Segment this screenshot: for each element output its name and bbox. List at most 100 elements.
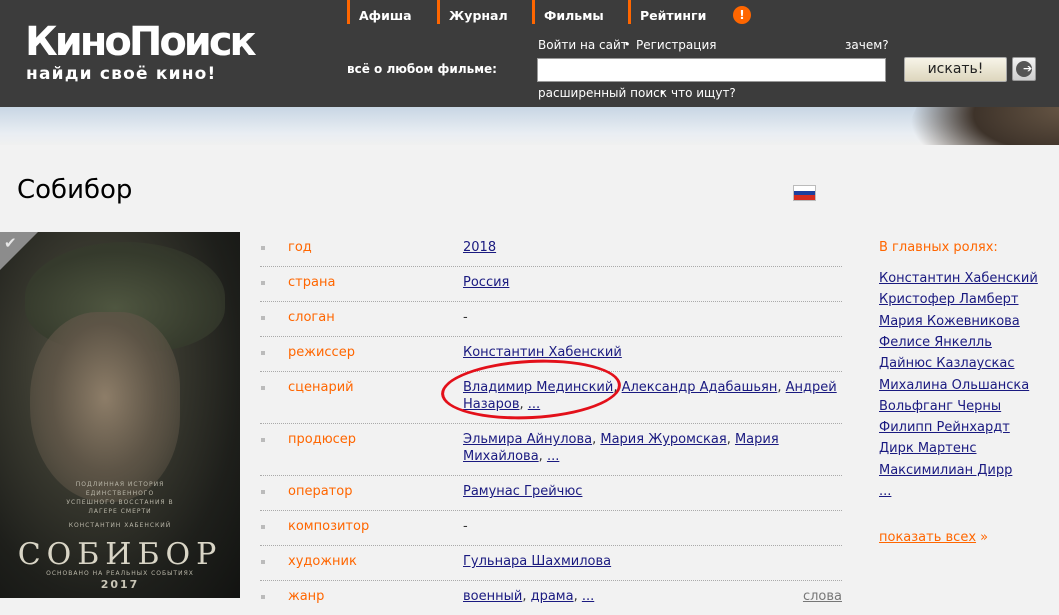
register-link[interactable]: Регистрация (636, 38, 716, 52)
cast-item[interactable]: Фелисе Янкелль (879, 335, 992, 350)
flag-stripe (794, 195, 815, 200)
info-value: Гульнара Шахмилова (463, 553, 838, 570)
nav-journal[interactable]: Журнал (437, 0, 529, 24)
info-value: Рамунас Грейчюс (463, 483, 838, 500)
info-row: композитор - (260, 512, 842, 546)
nav-afisha[interactable]: Афиша (347, 0, 431, 24)
search-label: всё о любом фильме: (347, 62, 497, 76)
popular-searches-link[interactable]: что ищут? (671, 86, 736, 100)
arrow-right-icon: ➔ (1016, 61, 1032, 77)
cast-item[interactable]: Филипп Рейнхардт (879, 420, 1010, 435)
bullet-icon (261, 316, 265, 320)
info-key: слоган (288, 310, 335, 325)
info-value-link[interactable]: военный (463, 589, 522, 604)
info-value: Константин Хабенский (463, 344, 838, 361)
info-value-link[interactable]: Эльмира Айнулова (463, 432, 592, 447)
cast-item[interactable]: Константин Хабенский (879, 271, 1038, 286)
bullet-icon (261, 281, 265, 285)
info-value: Россия (463, 274, 838, 291)
info-key: режиссер (288, 345, 355, 360)
checkmark-icon: ✔ (4, 234, 17, 252)
login-link[interactable]: Войти на сайт (538, 38, 628, 52)
info-value-link[interactable]: Александр Адабашьян (622, 380, 778, 395)
info-key: жанр (288, 589, 325, 604)
poster-title: СОБИБОР (17, 537, 223, 572)
separator-dot: • (624, 38, 631, 51)
info-value: военный, драма, ... (463, 589, 595, 604)
separator-dot: • (659, 86, 666, 99)
show-all-arrow: » (980, 530, 989, 545)
cast-item[interactable]: Дирк Мартенс (879, 441, 977, 456)
info-value-link[interactable]: 2018 (463, 240, 496, 255)
cast-item[interactable]: Михалина Ольшанска (879, 378, 1029, 393)
info-key: сценарий (288, 380, 354, 395)
info-key: композитор (288, 519, 370, 534)
logo-tagline: найди своё кино! (26, 64, 217, 84)
site-header: КиноПоиск найди своё кино! Афиша Журнал … (0, 0, 1059, 107)
info-row: художник Гульнара Шахмилова (260, 547, 842, 581)
bullet-icon (261, 438, 265, 442)
cast-item[interactable]: ... (879, 484, 891, 499)
poster-subtitle: ОСНОВАНО НА РЕАЛЬНЫХ СОБЫТИЯХ (46, 570, 194, 577)
info-value-link[interactable]: драма (531, 589, 574, 604)
search-button[interactable]: искать! (904, 57, 1007, 82)
show-all-label: показать всех (879, 530, 977, 545)
info-key: страна (288, 275, 336, 290)
info-value-link[interactable]: Россия (463, 275, 509, 290)
info-value-link[interactable]: ... (547, 449, 559, 464)
nav-films[interactable]: Фильмы (532, 0, 624, 24)
page: КиноПоиск найди своё кино! Афиша Журнал … (0, 0, 1059, 615)
info-key: оператор (288, 484, 353, 499)
poster-tagline: ПОДЛИННАЯ ИСТОРИЯ ЕДИНСТВЕННОГО УСПЕШНОГ… (66, 481, 174, 515)
bullet-icon (261, 595, 265, 599)
info-key: год (288, 240, 312, 255)
bullet-icon (261, 560, 265, 564)
bullet-icon (261, 246, 265, 250)
info-value: - (463, 518, 838, 535)
info-row: слоган - (260, 303, 842, 337)
cast-item[interactable]: Максимилиан Дирр (879, 463, 1012, 478)
info-value-link[interactable]: ... (582, 589, 594, 604)
bullet-icon (261, 386, 265, 390)
poster-face (30, 312, 180, 502)
info-row: продюсер Эльмира Айнулова, Мария Журомска… (260, 425, 842, 476)
logo-wordmark: КиноПоиск (25, 19, 257, 65)
info-value-link[interactable]: Рамунас Грейчюс (463, 484, 582, 499)
header-banner (0, 107, 1059, 145)
alert-icon[interactable]: ! (733, 6, 751, 24)
show-all-cast-link[interactable]: показать всех » (879, 530, 988, 545)
keywords-link[interactable]: слова (803, 589, 842, 604)
cast-item[interactable]: Кристофер Ламберт (879, 292, 1019, 307)
site-logo[interactable]: КиноПоиск найди своё кино! (25, 20, 285, 90)
why-link[interactable]: зачем? (845, 38, 889, 52)
info-value-text: - (463, 519, 468, 534)
russia-flag-icon (793, 185, 816, 201)
page-title: Собибор (17, 175, 133, 205)
info-row: жанр военный, драма, ... слова (260, 582, 842, 615)
bullet-icon (261, 351, 265, 355)
film-poster[interactable]: ПОДЛИННАЯ ИСТОРИЯ ЕДИНСТВЕННОГО УСПЕШНОГ… (0, 232, 240, 598)
go-button[interactable]: ➔ (1012, 57, 1036, 81)
info-row: страна Россия (260, 268, 842, 302)
info-row: оператор Рамунас Грейчюс (260, 477, 842, 511)
cast-item[interactable]: Вольфганг Черны (879, 399, 1001, 414)
nav-ratings[interactable]: Рейтинги (628, 0, 720, 24)
poster-director: КОНСТАНТИН ХАБЕНСКИЙ (68, 522, 172, 529)
cast-item[interactable]: Мария Кожевникова (879, 314, 1020, 329)
bullet-icon (261, 525, 265, 529)
info-value-link[interactable]: Константин Хабенский (463, 345, 622, 360)
banner-figure (884, 107, 1059, 145)
info-value-link[interactable]: Мария Журомская (600, 432, 726, 447)
search-input[interactable] (537, 58, 886, 82)
info-key: продюсер (288, 432, 357, 447)
poster-year: 2017 (100, 578, 140, 591)
cast-heading: В главных ролях: (879, 240, 998, 255)
info-value: Эльмира Айнулова, Мария Журомская, Мария… (463, 432, 779, 464)
info-value: 2018 (463, 239, 838, 256)
advanced-search-link[interactable]: расширенный поиск (538, 86, 667, 100)
info-value: - (463, 309, 838, 326)
info-key: художник (288, 554, 357, 569)
bullet-icon (261, 490, 265, 494)
info-value-link[interactable]: Гульнара Шахмилова (463, 554, 611, 569)
cast-item[interactable]: Дайнюс Казлаускас (879, 356, 1014, 371)
